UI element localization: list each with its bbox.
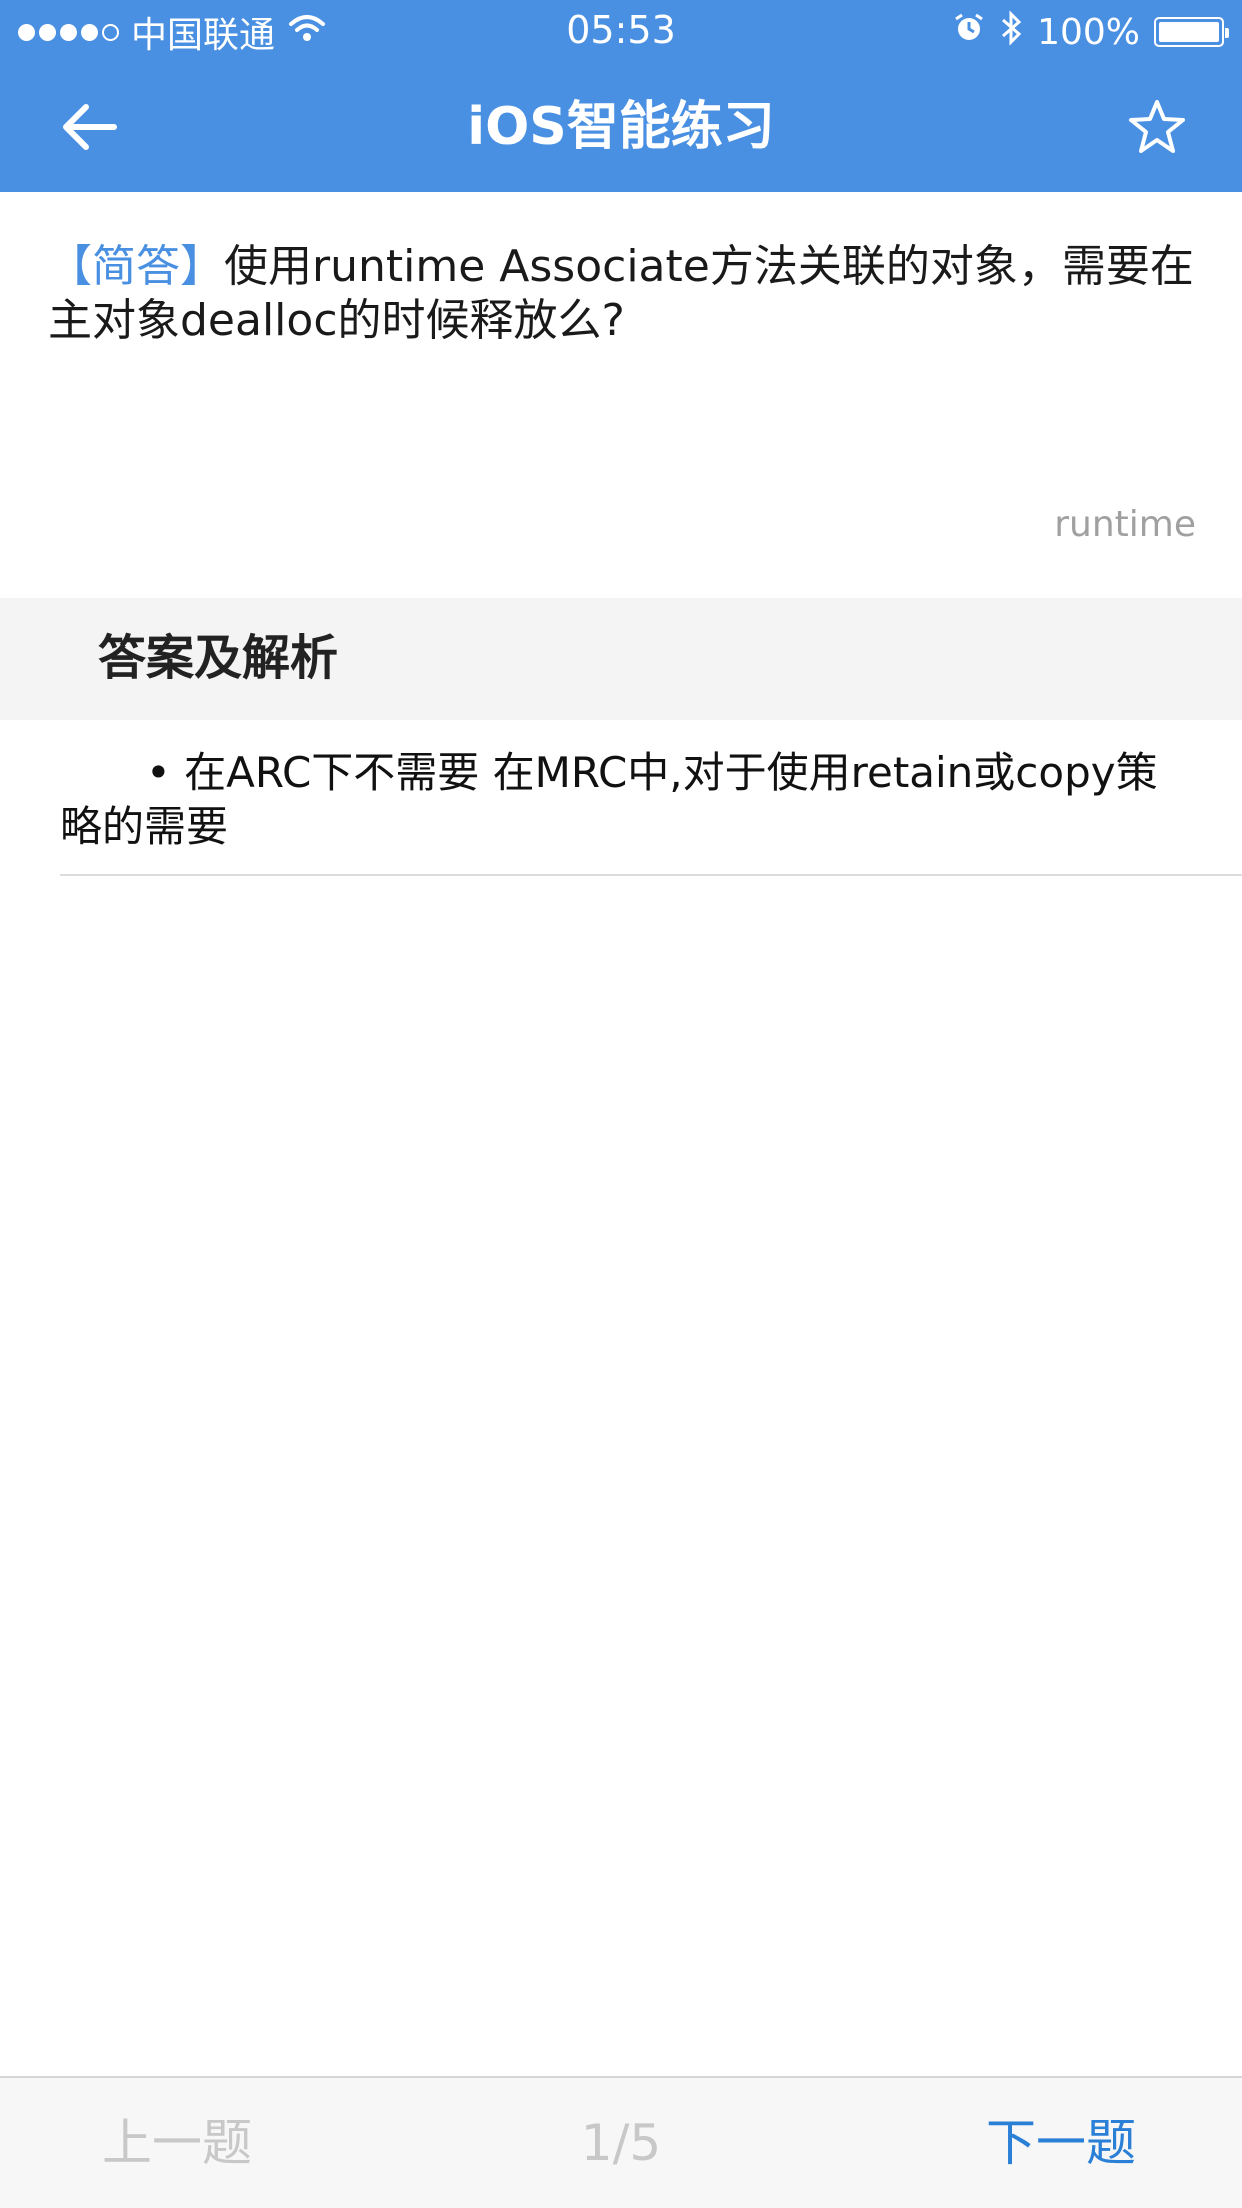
answer-body: • 在ARC下不需要 在MRC中,对于使用retain或copy策略的需要 xyxy=(0,720,1242,876)
status-bar: 中国联通 05:53 100% xyxy=(0,0,1242,62)
battery-icon xyxy=(1154,17,1229,47)
favorite-button[interactable] xyxy=(1122,92,1192,162)
next-question-button[interactable]: 下一题 xyxy=(986,2112,1136,2174)
page-title: iOS智能练习 xyxy=(467,97,775,157)
answer-text: • 在ARC下不需要 在MRC中,对于使用retain或copy策略的需要 xyxy=(60,748,1158,851)
question-type-label: 【简答】 xyxy=(48,241,224,292)
answer-section-header: 答案及解析 xyxy=(0,598,1242,720)
question-text: 【简答】使用runtime Associate方法关联的对象，需要在主对象dea… xyxy=(48,240,1208,348)
footer-toolbar: 上一题 1/5 下一题 xyxy=(0,2076,1242,2208)
question-card: 【简答】使用runtime Associate方法关联的对象，需要在主对象dea… xyxy=(0,192,1242,598)
question-tag[interactable]: runtime xyxy=(1054,504,1196,545)
nav-bar: iOS智能练习 xyxy=(0,62,1242,192)
answer-section-title: 答案及解析 xyxy=(98,630,339,686)
battery-percent: 100% xyxy=(1037,11,1140,53)
divider xyxy=(60,874,1242,876)
status-right: 100% xyxy=(953,9,1229,55)
alarm-icon xyxy=(953,12,985,53)
star-outline-icon xyxy=(1129,100,1185,153)
bluetooth-icon xyxy=(999,9,1023,55)
header: 中国联通 05:53 100% iOS智能练习 xyxy=(0,0,1242,192)
